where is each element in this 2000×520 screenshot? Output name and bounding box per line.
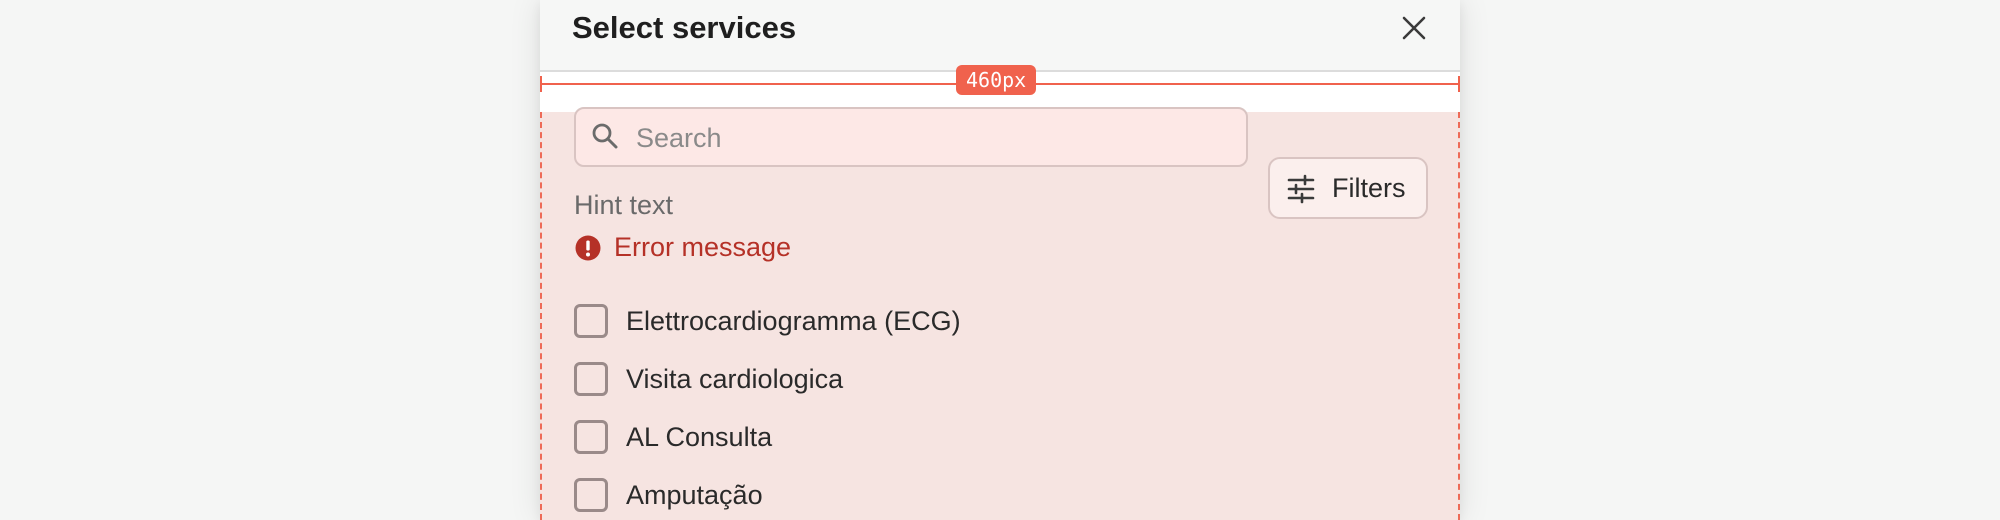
measurement-badge: 460px: [956, 65, 1037, 95]
search-icon: [592, 123, 618, 149]
dialog-content: Filters Hint text Error message Elettroc…: [540, 107, 1460, 520]
width-measurement: 460px: [540, 65, 1460, 112]
error-text: Error message: [614, 232, 792, 262]
list-item[interactable]: Elettrocardiogramma (ECG): [574, 302, 1274, 342]
search-field[interactable]: [574, 107, 1248, 167]
list-item[interactable]: AL Consulta: [574, 418, 1274, 458]
service-label: Visita cardiologica: [626, 364, 844, 394]
hint-text: Hint text: [574, 190, 674, 220]
dialog-title: Select services: [572, 10, 797, 45]
checkbox[interactable]: [574, 478, 608, 512]
sliders-icon: [1287, 174, 1315, 204]
checkbox[interactable]: [574, 362, 608, 396]
checkbox[interactable]: [574, 304, 608, 338]
select-services-dialog: Select services 460px Search Filters Hin…: [540, 0, 1460, 520]
list-item[interactable]: Amputação: [574, 476, 1274, 516]
dialog-header: Select services: [540, 0, 1460, 72]
list-item[interactable]: Visita cardiologica: [574, 360, 1274, 400]
service-label: AL Consulta: [626, 422, 773, 452]
measurement-tick-left: [540, 76, 542, 92]
error-circle-icon: [575, 235, 601, 261]
measurement-tick-right: [1458, 76, 1460, 92]
service-label: Amputação: [626, 480, 763, 510]
filters-label: Filters: [1332, 173, 1406, 203]
checkbox[interactable]: [574, 420, 608, 454]
close-button[interactable]: [1392, 6, 1436, 50]
filters-button[interactable]: Filters: [1268, 157, 1428, 219]
search-input[interactable]: [634, 109, 1238, 167]
service-label: Elettrocardiogramma (ECG): [626, 306, 961, 336]
close-icon: [1402, 16, 1426, 40]
